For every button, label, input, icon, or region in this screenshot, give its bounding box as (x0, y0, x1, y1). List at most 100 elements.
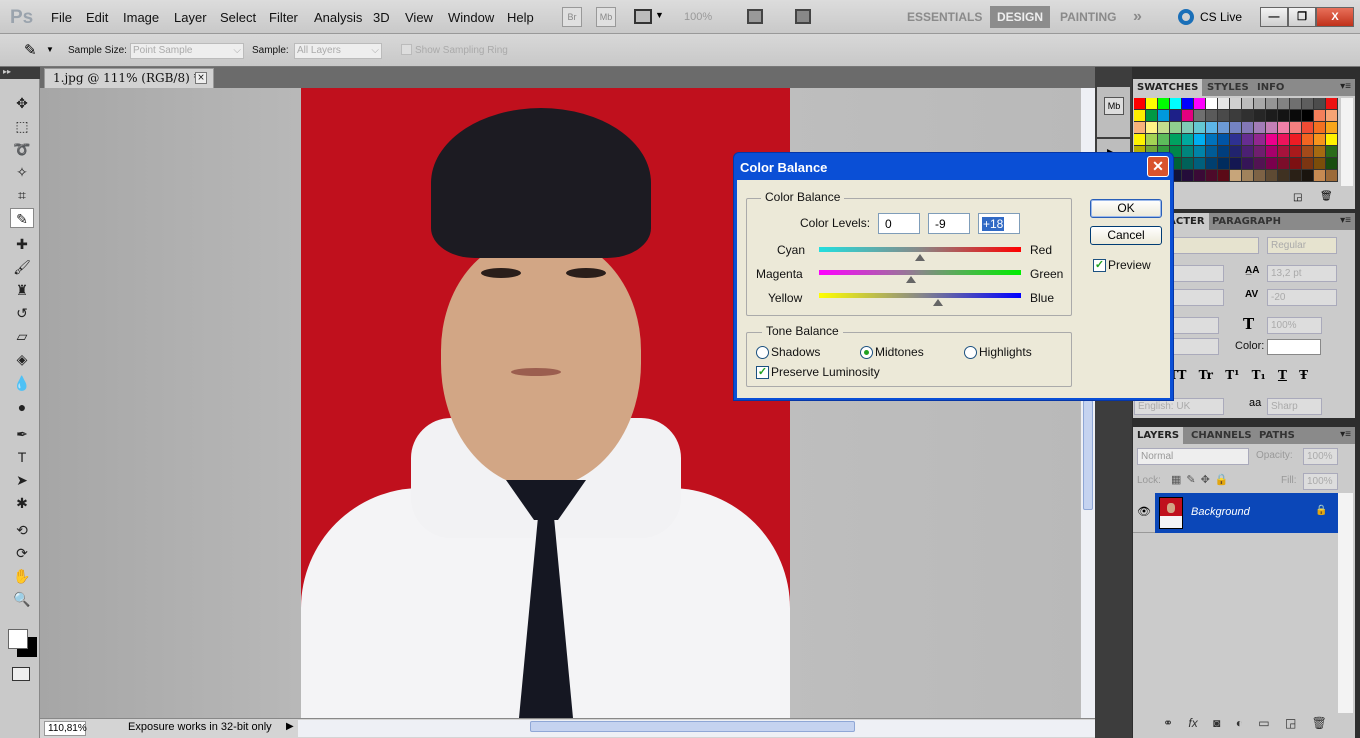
history-brush-tool-icon[interactable]: ↺ (10, 303, 34, 323)
swatch[interactable] (1194, 98, 1206, 110)
swatch[interactable] (1254, 110, 1266, 122)
type-tool-icon[interactable]: T (10, 447, 34, 467)
swatch[interactable] (1230, 134, 1242, 146)
menu-window[interactable]: Window (448, 10, 494, 25)
tab-styles[interactable]: STYLES (1203, 79, 1253, 96)
menu-view[interactable]: View (405, 10, 433, 25)
swatch[interactable] (1218, 122, 1230, 134)
quick-mask-icon[interactable] (12, 667, 30, 681)
arrange-documents-icon[interactable] (747, 9, 763, 24)
swatch[interactable] (1182, 134, 1194, 146)
swatch[interactable] (1218, 158, 1230, 170)
swatch[interactable] (1182, 98, 1194, 110)
swatch[interactable] (1290, 146, 1302, 158)
layers-scrollbar[interactable] (1338, 493, 1353, 713)
more-workspaces-icon[interactable]: » (1126, 6, 1149, 28)
yellow-blue-slider-thumb[interactable] (933, 299, 944, 306)
swatch[interactable] (1266, 134, 1278, 146)
cyan-red-slider-thumb[interactable] (915, 254, 925, 261)
swatch[interactable] (1302, 134, 1314, 146)
cyan-red-slider[interactable] (819, 247, 1021, 252)
swatch[interactable] (1182, 110, 1194, 122)
swatch[interactable] (1194, 122, 1206, 134)
swatch[interactable] (1218, 134, 1230, 146)
swatch[interactable] (1194, 134, 1206, 146)
swatch[interactable] (1170, 110, 1182, 122)
swatch[interactable] (1254, 122, 1266, 134)
swatch[interactable] (1266, 98, 1278, 110)
swatch[interactable] (1326, 170, 1338, 182)
eyedropper-icon[interactable]: ✎ (24, 41, 37, 59)
menu-file[interactable]: File (51, 10, 72, 25)
swatch[interactable] (1314, 122, 1326, 134)
swatch[interactable] (1206, 146, 1218, 158)
leading-select[interactable]: 13,2 pt (1267, 265, 1337, 282)
quick-selection-tool-icon[interactable]: ✧ (10, 162, 34, 182)
swatch[interactable] (1230, 98, 1242, 110)
minimize-button[interactable]: — (1260, 7, 1288, 27)
cyan-red-level-input[interactable] (878, 213, 920, 234)
anti-alias-select[interactable]: Sharp (1267, 398, 1322, 415)
swatch[interactable] (1206, 170, 1218, 182)
swatch[interactable] (1254, 158, 1266, 170)
cancel-button[interactable]: Cancel (1090, 226, 1162, 245)
swatch[interactable] (1134, 110, 1146, 122)
preserve-luminosity-checkbox[interactable]: ✓ (756, 366, 769, 379)
swatch[interactable] (1314, 110, 1326, 122)
swatch[interactable] (1182, 170, 1194, 182)
swatch[interactable] (1254, 170, 1266, 182)
panel-menu-icon[interactable]: ▾≡ (1340, 215, 1351, 226)
swatch[interactable] (1242, 134, 1254, 146)
sample-select[interactable]: All Layers (294, 43, 382, 59)
mini-bridge-icon[interactable]: Mb (1104, 97, 1124, 115)
status-menu-arrow-icon[interactable]: ▶ (286, 721, 294, 732)
adjustment-layer-icon[interactable]: ◐ (1236, 716, 1243, 730)
close-document-icon[interactable]: × (195, 72, 207, 84)
swatch[interactable] (1290, 170, 1302, 182)
menu-filter[interactable]: Filter (269, 10, 298, 25)
swatch[interactable] (1218, 170, 1230, 182)
workspace-painting[interactable]: PAINTING (1053, 6, 1123, 28)
swatch[interactable] (1158, 122, 1170, 134)
brush-tool-icon[interactable]: 🖌 (10, 257, 34, 277)
swatch[interactable] (1134, 134, 1146, 146)
swatch[interactable] (1254, 146, 1266, 158)
3d-orbit-tool-icon[interactable]: ⟳ (10, 543, 34, 563)
hand-tool-icon[interactable]: ✋ (10, 566, 34, 586)
tab-layers[interactable]: LAYERS (1133, 427, 1184, 444)
zoom-field[interactable]: 110,81% (44, 721, 87, 736)
swatch[interactable] (1242, 170, 1254, 182)
swatch[interactable] (1278, 170, 1290, 182)
restore-button[interactable]: ❐ (1288, 7, 1316, 27)
swatch[interactable] (1230, 122, 1242, 134)
layer-row[interactable]: 👁 Background 🔒 (1133, 493, 1338, 533)
swatch[interactable] (1314, 158, 1326, 170)
collapse-icon[interactable]: ▸▸ (0, 67, 40, 79)
swatch[interactable] (1266, 110, 1278, 122)
font-style-select[interactable]: Regular (1267, 237, 1337, 254)
show-sampling-ring-checkbox[interactable] (401, 44, 412, 55)
swatch[interactable] (1278, 134, 1290, 146)
menu-image[interactable]: Image (123, 10, 159, 25)
swatch[interactable] (1146, 110, 1158, 122)
photo-image[interactable] (301, 88, 790, 718)
swatch[interactable] (1278, 98, 1290, 110)
swatch[interactable] (1194, 146, 1206, 158)
swatch[interactable] (1170, 98, 1182, 110)
swatch[interactable] (1146, 134, 1158, 146)
path-selection-tool-icon[interactable]: ➤ (10, 470, 34, 490)
preview-checkbox[interactable]: ✓ (1093, 259, 1106, 272)
dialog-close-button[interactable]: ✕ (1147, 156, 1169, 177)
swatch[interactable] (1206, 134, 1218, 146)
tab-info[interactable]: INFO (1253, 79, 1288, 96)
swatch[interactable] (1326, 122, 1338, 134)
tab-swatches[interactable]: SWATCHES (1133, 79, 1203, 96)
swatch[interactable] (1242, 146, 1254, 158)
vertical-scroll-thumb[interactable] (1083, 400, 1093, 510)
swatch[interactable] (1278, 122, 1290, 134)
screen-mode-icon[interactable] (795, 9, 811, 24)
swatch[interactable] (1290, 134, 1302, 146)
swatch[interactable] (1266, 122, 1278, 134)
bridge-button[interactable]: Br (562, 7, 582, 27)
workspace-essentials[interactable]: ESSENTIALS (900, 6, 989, 28)
